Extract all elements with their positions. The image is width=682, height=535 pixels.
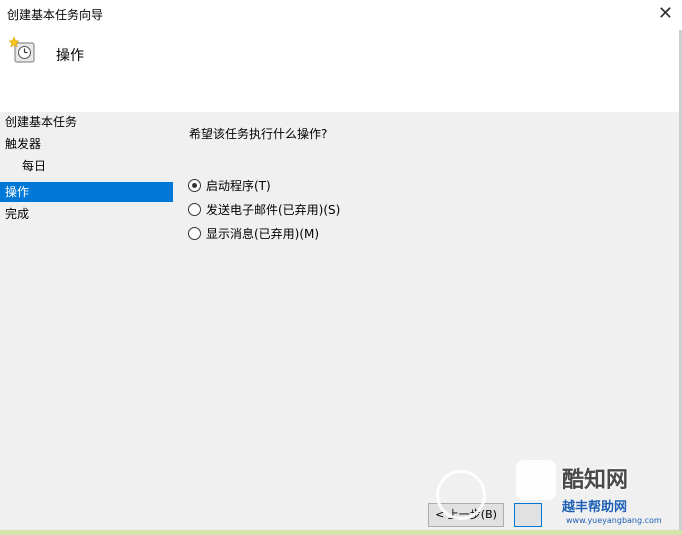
option-send-email[interactable]: 发送电子邮件(已弃用)(S) [188,199,340,219]
watermark-brand: 酷知网 [562,468,629,493]
watermark-leaf-icon [436,470,486,520]
watermark-logo-icon [516,460,556,500]
wizard-header: 操作 [0,30,682,112]
window-title: 创建基本任务向导 [7,8,104,22]
send-email-label: 发送电子邮件(已弃用)(S) [206,202,341,217]
sidebar-item-trigger[interactable]: 触发器 [5,134,41,154]
option-start-program[interactable]: 启动程序(T) [188,175,271,195]
start-program-label: 启动程序(T) [206,178,271,193]
watermark-name: 越丰帮助网 [562,500,628,515]
watermark-url: www.yueyangbang.com [566,516,662,525]
background-strip [0,530,682,535]
title-bar: 创建基本任务向导 ✕ [0,0,682,30]
task-clock-icon [8,36,35,63]
sidebar-item-finish[interactable]: 完成 [5,204,29,224]
show-message-radio[interactable] [188,226,201,240]
sidebar-item-daily[interactable]: 每日 [22,156,46,176]
page-heading: 操作 [56,48,84,64]
sidebar-item-create-basic-task[interactable]: 创建基本任务 [5,112,77,132]
send-email-radio[interactable] [188,202,201,216]
option-show-message[interactable]: 显示消息(已弃用)(M) [188,223,319,243]
action-question: 希望该任务执行什么操作? [189,127,328,141]
watermark: 酷知网 越丰帮助网 www.yueyangbang.com [436,456,676,528]
sidebar-item-action[interactable]: 操作 [0,182,173,202]
show-message-label: 显示消息(已弃用)(M) [206,226,320,241]
start-program-radio[interactable] [188,178,201,192]
wizard-steps-sidebar: 创建基本任务 触发器 每日 操作 完成 [0,112,176,535]
close-icon[interactable]: ✕ [658,3,673,24]
